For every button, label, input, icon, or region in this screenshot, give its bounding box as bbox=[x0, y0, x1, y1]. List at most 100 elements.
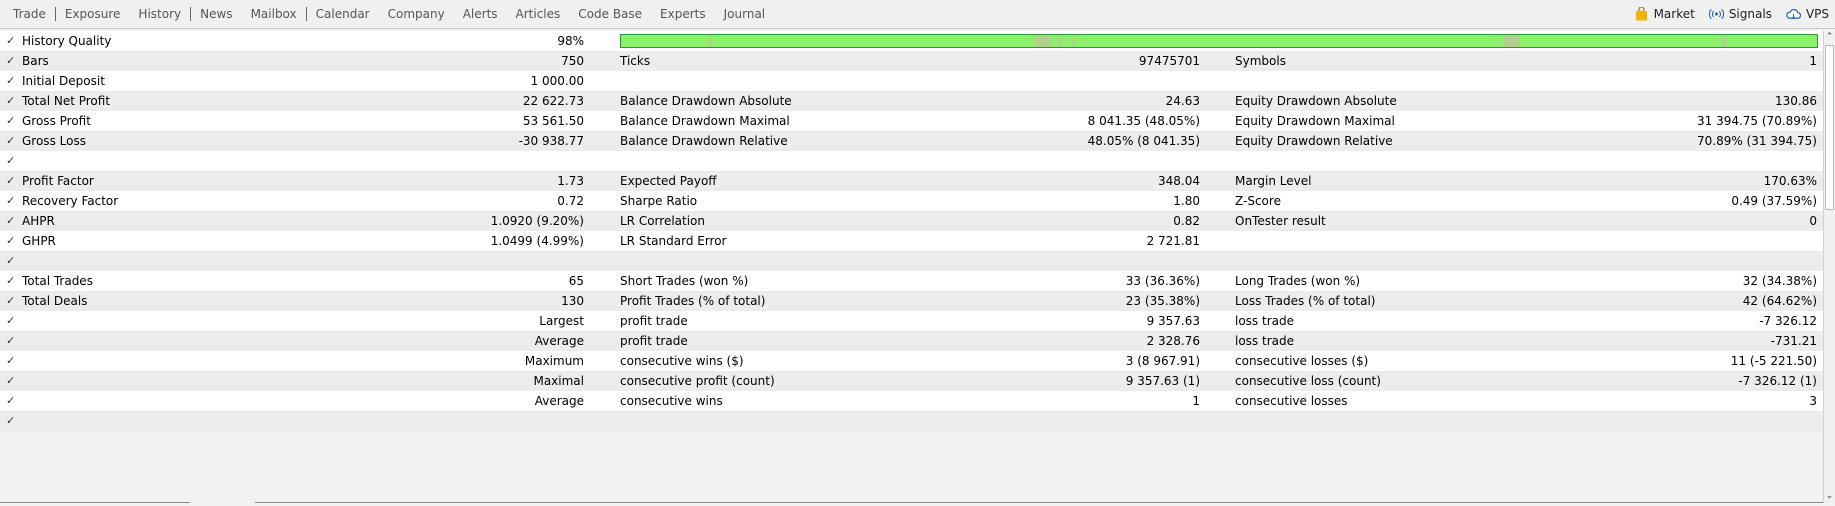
row-expand-icon[interactable]: ✓ bbox=[6, 311, 16, 331]
row-expand-icon[interactable]: ✓ bbox=[6, 231, 16, 251]
quality-gap bbox=[1723, 35, 1726, 47]
bars-value: 750 bbox=[561, 54, 584, 68]
report-row: ✓ History Quality 98% bbox=[0, 31, 1823, 51]
z-score-label: Z-Score bbox=[1235, 194, 1281, 208]
average2-label: Average bbox=[534, 394, 584, 408]
row-expand-icon[interactable]: ✓ bbox=[6, 111, 16, 131]
bottom-divider bbox=[0, 502, 190, 505]
tab-journal[interactable]: Journal bbox=[715, 7, 775, 21]
tab-news[interactable]: News bbox=[190, 7, 241, 21]
row-expand-icon[interactable]: ✓ bbox=[6, 211, 16, 231]
largest-loss-label: loss trade bbox=[1235, 314, 1294, 328]
row-expand-icon[interactable]: ✓ bbox=[6, 151, 16, 171]
row-expand-icon[interactable]: ✓ bbox=[6, 31, 16, 51]
symbols-label: Symbols bbox=[1235, 54, 1286, 68]
row-expand-icon[interactable]: ✓ bbox=[6, 251, 16, 271]
report-row: ✓ Average consecutive wins 1 consecutive… bbox=[0, 391, 1823, 411]
total-deals-value: 130 bbox=[561, 294, 584, 308]
bottom-divider bbox=[255, 502, 1823, 505]
row-expand-icon[interactable]: ✓ bbox=[6, 171, 16, 191]
scroll-up-icon[interactable]: ⌃ bbox=[1824, 31, 1835, 44]
report-row: ✓ Gross Loss -30 938.77 Balance Drawdown… bbox=[0, 131, 1823, 151]
z-score-value: 0.49 (37.59%) bbox=[1731, 194, 1817, 208]
scroll-down-icon[interactable]: ⌄ bbox=[1824, 490, 1835, 503]
market-link[interactable]: Market bbox=[1634, 7, 1695, 22]
row-expand-icon[interactable]: ✓ bbox=[6, 191, 16, 211]
row-expand-icon[interactable]: ✓ bbox=[6, 351, 16, 371]
tab-experts[interactable]: Experts bbox=[651, 7, 715, 21]
row-expand-icon[interactable]: ✓ bbox=[6, 371, 16, 391]
quality-gap bbox=[1072, 35, 1074, 47]
average-label: Average bbox=[534, 334, 584, 348]
expected-payoff-value: 348.04 bbox=[1158, 174, 1200, 188]
ontester-label: OnTester result bbox=[1235, 214, 1326, 228]
toolbox-tabs: Trade Exposure History News Mailbox Cale… bbox=[4, 0, 774, 28]
tab-alerts[interactable]: Alerts bbox=[454, 7, 507, 21]
row-expand-icon[interactable]: ✓ bbox=[6, 71, 16, 91]
avg-consec-losses-label: consecutive losses bbox=[1235, 394, 1348, 408]
signals-link[interactable]: Signals bbox=[1708, 7, 1772, 22]
report-row-empty: ✓ bbox=[0, 411, 1823, 431]
tab-calendar[interactable]: Calendar bbox=[305, 7, 379, 21]
row-expand-icon[interactable]: ✓ bbox=[6, 291, 16, 311]
row-expand-icon[interactable]: ✓ bbox=[6, 271, 16, 291]
tab-articles[interactable]: Articles bbox=[507, 7, 570, 21]
equity-dd-max-value: 31 394.75 (70.89%) bbox=[1696, 114, 1817, 128]
profit-trades-value: 23 (35.38%) bbox=[1125, 294, 1200, 308]
balance-dd-rel-value: 48.05% (8 041.35) bbox=[1087, 134, 1200, 148]
quality-gap bbox=[1058, 35, 1061, 47]
broadcast-icon bbox=[1708, 7, 1724, 22]
report-row: ✓ Profit Factor 1.73 Expected Payoff 348… bbox=[0, 171, 1823, 191]
average-profit-value: 2 328.76 bbox=[1146, 334, 1200, 348]
quality-gap bbox=[1503, 35, 1519, 47]
tab-mailbox[interactable]: Mailbox bbox=[242, 7, 306, 21]
row-expand-icon[interactable]: ✓ bbox=[6, 91, 16, 111]
vertical-scrollbar[interactable]: ⌃ ⌄ bbox=[1823, 31, 1835, 503]
total-deals-label: Total Deals bbox=[22, 294, 88, 308]
largest-loss-value: -7 326.12 bbox=[1759, 314, 1817, 328]
report-row: ✓ Total Deals 130 Profit Trades (% of to… bbox=[0, 291, 1823, 311]
short-trades-value: 33 (36.36%) bbox=[1125, 274, 1200, 288]
toolbar-right-links: Market Signals VPS bbox=[1634, 0, 1829, 28]
market-label: Market bbox=[1653, 7, 1695, 21]
gross-loss-label: Gross Loss bbox=[22, 134, 86, 148]
report-row-empty: ✓ bbox=[0, 251, 1823, 271]
ghpr-value: 1.0499 (4.99%) bbox=[490, 234, 584, 248]
profit-factor-value: 1.73 bbox=[557, 174, 584, 188]
symbols-value: 1 bbox=[1809, 54, 1817, 68]
maximal-consec-profit-value: 9 357.63 (1) bbox=[1125, 374, 1200, 388]
expected-payoff-label: Expected Payoff bbox=[620, 174, 717, 188]
vps-link[interactable]: VPS bbox=[1786, 7, 1829, 22]
history-quality-bar bbox=[620, 34, 1818, 48]
average-loss-value: -731.21 bbox=[1770, 334, 1817, 348]
equity-dd-max-label: Equity Drawdown Maximal bbox=[1235, 114, 1395, 128]
initial-deposit-label: Initial Deposit bbox=[22, 74, 105, 88]
report-row: ✓ AHPR 1.0920 (9.20%) LR Correlation 0.8… bbox=[0, 211, 1823, 231]
row-expand-icon[interactable]: ✓ bbox=[6, 131, 16, 151]
report-row: ✓ Maximal consecutive profit (count) 9 3… bbox=[0, 371, 1823, 391]
bottom-tab-strip bbox=[0, 502, 1823, 506]
row-expand-icon[interactable]: ✓ bbox=[6, 391, 16, 411]
balance-dd-rel-label: Balance Drawdown Relative bbox=[620, 134, 788, 148]
maximal-consec-loss-label: consecutive loss (count) bbox=[1235, 374, 1381, 388]
tab-trade[interactable]: Trade bbox=[4, 7, 55, 21]
tab-exposure[interactable]: Exposure bbox=[54, 7, 130, 21]
balance-dd-max-value: 8 041.35 (48.05%) bbox=[1087, 114, 1200, 128]
ticks-value: 97475701 bbox=[1138, 54, 1200, 68]
row-expand-icon[interactable]: ✓ bbox=[6, 331, 16, 351]
average-loss-label: loss trade bbox=[1235, 334, 1294, 348]
row-expand-icon[interactable]: ✓ bbox=[6, 411, 16, 431]
max-consec-wins-value: 3 (8 967.91) bbox=[1125, 354, 1200, 368]
lr-std-error-label: LR Standard Error bbox=[620, 234, 727, 248]
ghpr-label: GHPR bbox=[22, 234, 56, 248]
report-row: ✓ Total Trades 65 Short Trades (won %) 3… bbox=[0, 271, 1823, 291]
tab-code-base[interactable]: Code Base bbox=[569, 7, 651, 21]
average-profit-label: profit trade bbox=[620, 334, 688, 348]
scrollbar-thumb[interactable] bbox=[1825, 45, 1834, 210]
tab-history[interactable]: History bbox=[129, 7, 190, 21]
report-row: ✓ Average profit trade 2 328.76 loss tra… bbox=[0, 331, 1823, 351]
tab-company[interactable]: Company bbox=[379, 7, 454, 21]
total-trades-label: Total Trades bbox=[22, 274, 93, 288]
row-expand-icon[interactable]: ✓ bbox=[6, 51, 16, 71]
max-consec-losses-label: consecutive losses ($) bbox=[1235, 354, 1369, 368]
